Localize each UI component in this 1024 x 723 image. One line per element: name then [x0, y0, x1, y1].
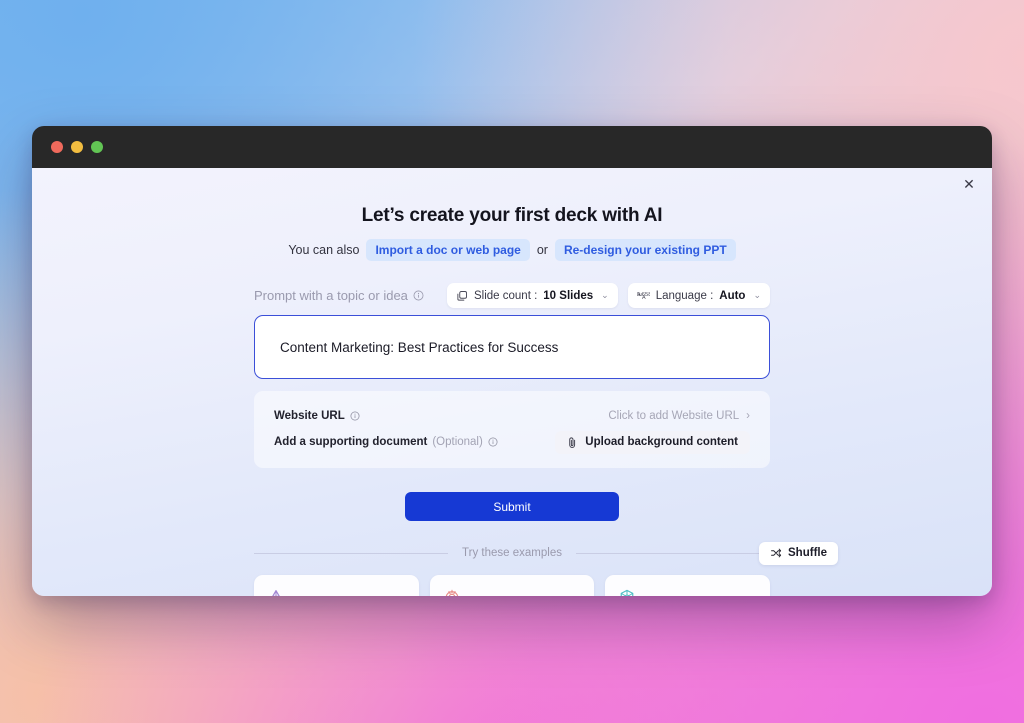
upload-button-label: Upload background content — [585, 436, 738, 448]
info-icon[interactable] — [413, 290, 424, 301]
browser-window: ✕ Let’s create your first deck with AI Y… — [32, 126, 992, 596]
prompt-input[interactable]: Content Marketing: Best Practices for Su… — [254, 315, 770, 379]
shuffle-icon — [771, 548, 782, 558]
upload-background-content-button[interactable]: Upload background content — [555, 430, 750, 454]
chevron-right-icon: › — [746, 410, 750, 422]
chevron-down-icon: ⌄ — [753, 290, 761, 300]
add-website-url-action[interactable]: Click to add Website URL › — [608, 410, 750, 422]
shuffle-label: Shuffle — [788, 547, 827, 559]
stacked-squares-icon — [457, 290, 467, 301]
control-row: Prompt with a topic or idea Slide count … — [254, 283, 770, 308]
shuffle-button[interactable]: Shuffle — [759, 541, 838, 565]
info-icon[interactable] — [350, 411, 360, 421]
window-minimize-dot[interactable] — [71, 141, 83, 153]
subtitle-row: You can also Import a doc or web page or… — [254, 239, 770, 261]
examples-divider: Try these examples Shuffle — [254, 541, 838, 565]
paperclip-icon — [569, 436, 576, 448]
language-prefix: Language : — [655, 289, 714, 302]
import-doc-link[interactable]: Import a doc or web page — [366, 239, 530, 261]
target-circle-icon — [443, 588, 582, 596]
supporting-document-label-text: Add a supporting document — [274, 436, 428, 448]
prompt-label: Prompt with a topic or idea — [254, 288, 424, 303]
add-website-url-text: Click to add Website URL — [608, 410, 740, 422]
example-cards: Building a Brand Identity in a Competiti… — [254, 575, 770, 596]
slide-count-dropdown[interactable]: Slide count : 10 Slides ⌄ — [446, 283, 618, 308]
divider-line-left — [254, 552, 449, 554]
window-titlebar — [32, 126, 992, 168]
dropdown-group: Slide count : 10 Slides ⌄ \u6587 A A Lan… — [446, 283, 770, 308]
triangle-layers-icon — [267, 588, 406, 596]
close-icon[interactable]: ✕ — [958, 173, 980, 195]
language-value: Auto — [719, 289, 746, 302]
prompt-label-text: Prompt with a topic or idea — [254, 288, 408, 303]
supporting-document-label: Add a supporting document (Optional) — [274, 436, 498, 448]
svg-text:A: A — [642, 294, 646, 300]
website-url-row: Website URL Click to add Website URL › — [274, 403, 750, 429]
subtitle-prefix: You can also — [288, 243, 360, 257]
modal-content: Let’s create your first deck with AI You… — [254, 168, 838, 596]
hexagon-node-icon — [618, 588, 757, 596]
website-url-label-text: Website URL — [274, 410, 345, 422]
try-examples-label: Try these examples — [462, 547, 562, 559]
desktop-background: ✕ Let’s create your first deck with AI Y… — [0, 0, 1024, 723]
supporting-document-row: Add a supporting document (Optional) Upl… — [274, 429, 750, 455]
page-title: Let’s create your first deck with AI — [361, 205, 663, 226]
example-card[interactable]: Trends in Influencer Marketing: What You… — [429, 575, 595, 596]
example-card[interactable]: Email Marketing Campaigns: Tips for High… — [605, 575, 770, 596]
translate-icon: \u6587 A A — [637, 292, 650, 301]
slide-count-prefix: Slide count : — [473, 289, 538, 302]
website-url-label: Website URL — [274, 410, 360, 422]
svg-text:A: A — [637, 292, 641, 298]
slide-count-value: 10 Slides — [543, 289, 594, 302]
redesign-ppt-link[interactable]: Re-design your existing PPT — [554, 239, 736, 261]
window-maximize-dot[interactable] — [91, 141, 103, 153]
example-card[interactable]: Building a Brand Identity in a Competiti… — [254, 575, 419, 596]
chevron-down-icon: ⌄ — [601, 290, 609, 300]
ai-deck-modal: ✕ Let’s create your first deck with AI Y… — [32, 168, 992, 596]
attachments-panel: Website URL Click to add Website URL › A… — [254, 391, 770, 468]
optional-tag: (Optional) — [432, 436, 483, 448]
info-icon[interactable] — [488, 437, 498, 447]
window-close-dot[interactable] — [51, 141, 63, 153]
submit-button[interactable]: Submit — [405, 492, 619, 521]
divider-line-right — [575, 552, 771, 554]
subtitle-or: or — [536, 243, 548, 257]
language-dropdown[interactable]: \u6587 A A Language : Auto ⌄ — [627, 283, 770, 308]
